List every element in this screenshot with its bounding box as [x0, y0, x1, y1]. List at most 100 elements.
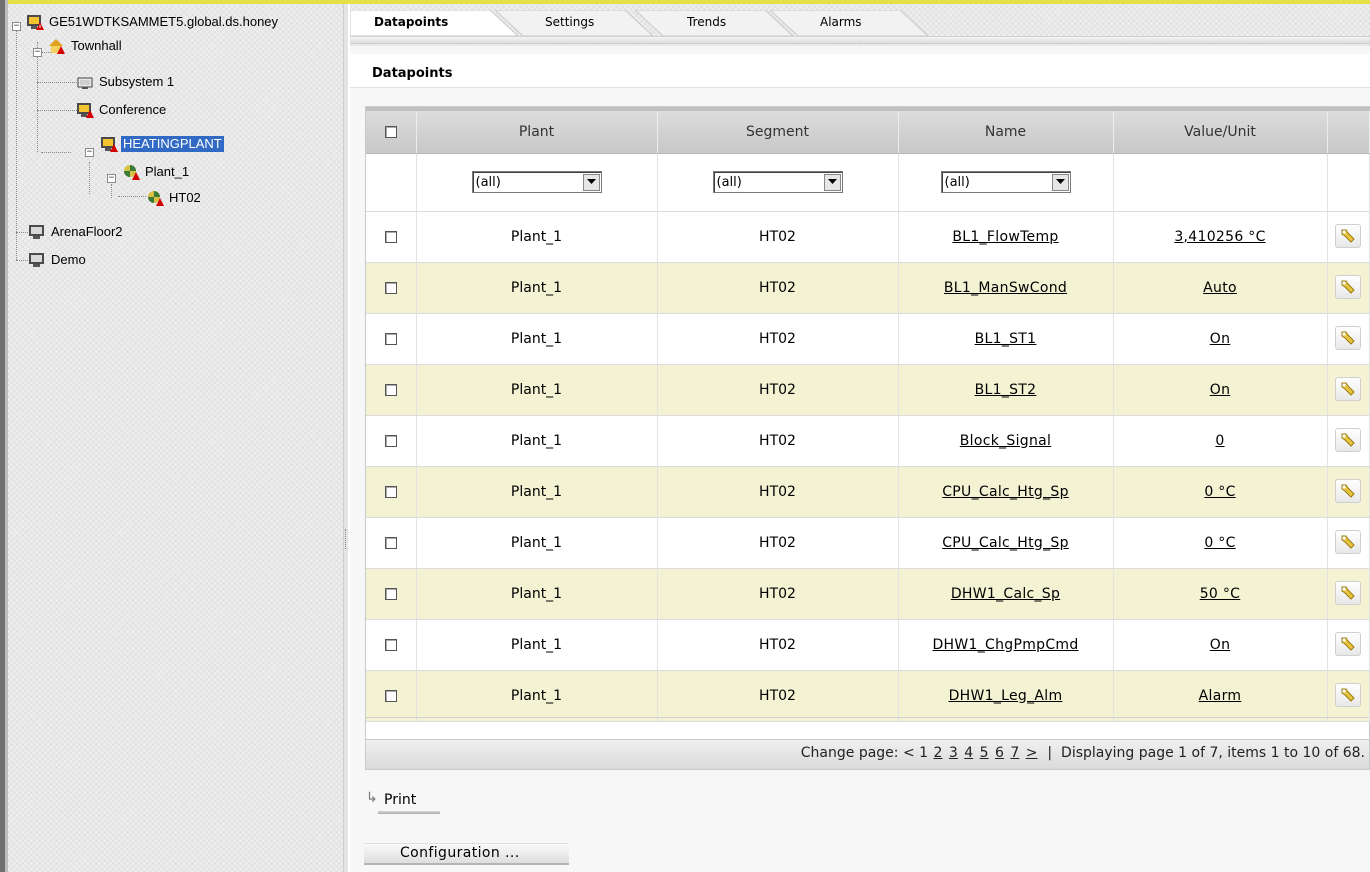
cell-name: BL1_ManSwCond [898, 262, 1114, 314]
chevron-down-icon[interactable] [1051, 173, 1069, 191]
wrench-icon[interactable] [1335, 581, 1361, 605]
chevron-down-icon[interactable] [823, 173, 841, 191]
tree-collapse-toggle[interactable]: − [12, 22, 21, 31]
cell-segment: HT02 [657, 517, 899, 569]
tree-node-ht02[interactable]: HT02 [146, 188, 203, 208]
panel-splitter[interactable] [343, 4, 349, 872]
row-checkbox[interactable] [384, 587, 397, 600]
datapoint-value-link[interactable]: On [1210, 331, 1231, 347]
pager-page-link[interactable]: 4 [964, 745, 973, 761]
tab-datapoints[interactable]: Datapoints [350, 10, 520, 36]
pager-next[interactable]: > [1026, 745, 1038, 761]
tree-node-heatingplant[interactable]: HEATINGPLANT [100, 134, 224, 154]
datapoint-value-link[interactable]: 0 °C [1204, 535, 1235, 551]
pager-prev[interactable]: < [903, 745, 915, 761]
select-value: (all) [475, 174, 501, 190]
chevron-down-icon[interactable] [582, 173, 600, 191]
wrench-icon[interactable] [1335, 530, 1361, 554]
row-checkbox[interactable] [384, 230, 397, 243]
datapoint-name-link[interactable]: CPU_Calc_Htg_Sp [942, 535, 1069, 551]
print-button[interactable]: ↳ Print [366, 788, 440, 816]
column-header-segment[interactable]: Segment [657, 107, 899, 154]
datapoint-name-link[interactable]: CPU_Calc_Htg_Sp [942, 484, 1069, 500]
tree-node-conference[interactable]: Conference [76, 100, 168, 120]
table-row[interactable]: Plant_1 HT02 BL1_ManSwCond Auto [366, 262, 1370, 314]
datapoint-value-link[interactable]: 0 [1215, 433, 1224, 449]
row-checkbox[interactable] [384, 638, 397, 651]
wrench-icon[interactable] [1335, 632, 1361, 656]
datapoint-value-link[interactable]: On [1210, 637, 1231, 653]
table-row[interactable]: Plant_1 HT02 CPU_Calc_Htg_Sp 0 °C [366, 517, 1370, 569]
pager-label: Change page: [800, 745, 899, 761]
datapoint-name-link[interactable]: DHW1_Calc_Sp [951, 586, 1060, 602]
datapoint-name-link[interactable]: DHW1_Leg_Alm [949, 688, 1063, 704]
wrench-icon[interactable] [1335, 377, 1361, 401]
tree-node-demo[interactable]: Demo [28, 250, 88, 270]
table-row[interactable]: Plant_1 HT02 BL1_FlowTemp 3,410256 °C [366, 211, 1370, 263]
wrench-icon[interactable] [1335, 683, 1361, 707]
table-row[interactable]: Plant_1 HT02 BL1_ST1 On [366, 313, 1370, 365]
tree-node-townhall[interactable]: Townhall [48, 36, 124, 56]
tree-node-subsystem[interactable]: Subsystem 1 [76, 72, 176, 92]
datapoint-value-link[interactable]: 50 °C [1200, 586, 1241, 602]
pager-page-link[interactable]: 5 [980, 745, 989, 761]
configuration-button[interactable]: Configuration ... [364, 838, 569, 868]
datapoint-value-link[interactable]: On [1210, 382, 1231, 398]
pager-page-link[interactable]: 7 [1010, 745, 1019, 761]
table-row[interactable]: Plant_1 HT02 DHW1_ChgPmpCmd On [366, 619, 1370, 671]
segment-filter-select[interactable]: (all) [712, 171, 843, 193]
pager-page-link[interactable]: 3 [949, 745, 958, 761]
datapoint-name-link[interactable]: BL1_ST2 [975, 382, 1037, 398]
wrench-icon[interactable] [1335, 428, 1361, 452]
tree-collapse-toggle[interactable]: − [85, 148, 94, 157]
cell-value: Alarm [1113, 670, 1328, 722]
column-header-value-unit[interactable]: Value/Unit [1113, 107, 1328, 154]
row-checkbox[interactable] [384, 485, 397, 498]
datapoint-name-link[interactable]: DHW1_ChgPmpCmd [932, 637, 1078, 653]
datapoint-name-link[interactable]: BL1_ST1 [975, 331, 1037, 347]
tab-trends[interactable]: Trends [635, 10, 795, 36]
table-row[interactable]: Plant_1 HT02 DHW1_Calc_Sp 50 °C [366, 568, 1370, 620]
table-row[interactable]: Plant_1 HT02 Block_Signal 0 [366, 415, 1370, 467]
pager-page-link[interactable]: 6 [995, 745, 1004, 761]
tree-node-root[interactable]: GE51WDTKSAMMET5.global.ds.honey [26, 12, 280, 32]
row-checkbox[interactable] [384, 689, 397, 702]
cell-value: 3,410256 °C [1113, 211, 1328, 263]
table-row[interactable]: Plant_1 HT02 CPU_Calc_Htg_Sp 0 °C [366, 466, 1370, 518]
select-value: (all) [944, 174, 970, 190]
select-all-checkbox[interactable] [384, 125, 397, 138]
datapoint-value-link[interactable]: Alarm [1199, 688, 1242, 704]
name-filter-select[interactable]: (all) [940, 171, 1071, 193]
tab-underline [350, 36, 1370, 44]
row-checkbox[interactable] [384, 383, 397, 396]
tree-collapse-toggle[interactable]: − [107, 174, 116, 183]
header-select-all-cell [366, 107, 417, 154]
row-select-cell [366, 568, 417, 620]
row-checkbox[interactable] [384, 434, 397, 447]
wrench-icon[interactable] [1335, 275, 1361, 299]
datapoint-name-link[interactable]: BL1_FlowTemp [952, 229, 1058, 245]
row-checkbox[interactable] [384, 281, 397, 294]
tree-node-plant[interactable]: Plant_1 [122, 162, 191, 182]
plant-filter-select[interactable]: (all) [471, 171, 602, 193]
datapoint-value-link[interactable]: 3,410256 °C [1174, 229, 1265, 245]
datapoint-value-link[interactable]: 0 °C [1204, 484, 1235, 500]
tree-node-arenafloor2[interactable]: ArenaFloor2 [28, 222, 125, 242]
table-row[interactable]: Plant_1 HT02 DHW1_Leg_Alm Alarm [366, 670, 1370, 722]
column-header-name[interactable]: Name [898, 107, 1114, 154]
row-checkbox[interactable] [384, 332, 397, 345]
datapoint-name-link[interactable]: Block_Signal [960, 433, 1051, 449]
cell-plant: Plant_1 [416, 670, 658, 722]
wrench-icon[interactable] [1335, 326, 1361, 350]
row-checkbox[interactable] [384, 536, 397, 549]
pager-page-link[interactable]: 2 [934, 745, 943, 761]
datapoint-name-link[interactable]: BL1_ManSwCond [944, 280, 1067, 296]
wrench-icon[interactable] [1335, 479, 1361, 503]
tree-collapse-toggle[interactable]: − [33, 48, 42, 57]
column-header-plant[interactable]: Plant [416, 107, 658, 154]
table-row[interactable]: Plant_1 HT02 BL1_ST2 On [366, 364, 1370, 416]
cell-value: On [1113, 619, 1328, 671]
datapoint-value-link[interactable]: Auto [1203, 280, 1237, 296]
cell-value: 50 °C [1113, 568, 1328, 620]
wrench-icon[interactable] [1335, 224, 1361, 248]
